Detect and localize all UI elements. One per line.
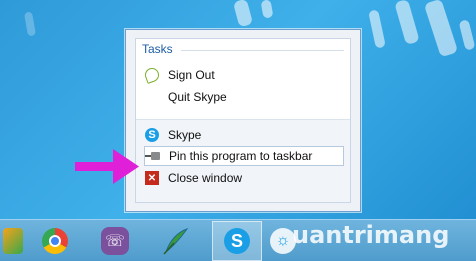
- wallpaper-streak: [23, 11, 37, 37]
- wallpaper-streak: [232, 0, 254, 28]
- close-icon: ✕: [144, 170, 160, 186]
- taskbar-feather-button[interactable]: [150, 221, 200, 261]
- wallpaper-streak: [458, 19, 476, 51]
- tasks-heading: Tasks: [142, 42, 173, 56]
- arrow-annotation: [75, 149, 139, 184]
- sign-out-label: Sign Out: [168, 68, 215, 82]
- chrome-icon: [42, 228, 68, 254]
- wallpaper-streak: [423, 0, 459, 58]
- skype-icon: S: [144, 127, 160, 143]
- feather-icon: [163, 228, 189, 255]
- wallpaper-streak: [368, 9, 386, 49]
- skype-signout-icon: [143, 66, 161, 84]
- jump-list: Tasks Sign Out Quit Skype S Skype Pin th…: [125, 29, 361, 212]
- skype-label: Skype: [168, 128, 202, 142]
- wallpaper-streak: [260, 0, 274, 19]
- sign-out-task[interactable]: Sign Out: [143, 65, 344, 85]
- taskbar-chrome-button[interactable]: [30, 221, 80, 261]
- viber-icon: ☏: [101, 227, 129, 255]
- quit-skype-label: Quit Skype: [168, 90, 227, 104]
- tasks-divider: [181, 50, 344, 51]
- pin-icon: [145, 148, 161, 164]
- close-window-item[interactable]: ✕ Close window: [144, 168, 344, 188]
- jump-list-panel: Tasks Sign Out Quit Skype S Skype Pin th…: [135, 38, 351, 203]
- quit-skype-task[interactable]: Quit Skype: [144, 87, 344, 107]
- taskbar-skype-button[interactable]: S: [212, 221, 262, 261]
- pin-to-taskbar-item[interactable]: Pin this program to taskbar: [144, 146, 344, 166]
- close-window-label: Close window: [168, 171, 243, 185]
- app-icon: [3, 228, 23, 254]
- taskbar-viber-button[interactable]: ☏: [90, 221, 140, 261]
- watermark-text: uantrimang: [292, 221, 450, 249]
- open-skype-item[interactable]: S Skype: [144, 125, 344, 145]
- pin-label: Pin this program to taskbar: [169, 149, 313, 163]
- jump-list-footer: S Skype Pin this program to taskbar ✕ Cl…: [136, 119, 350, 202]
- wallpaper-streak: [394, 0, 420, 46]
- skype-icon: S: [224, 228, 250, 254]
